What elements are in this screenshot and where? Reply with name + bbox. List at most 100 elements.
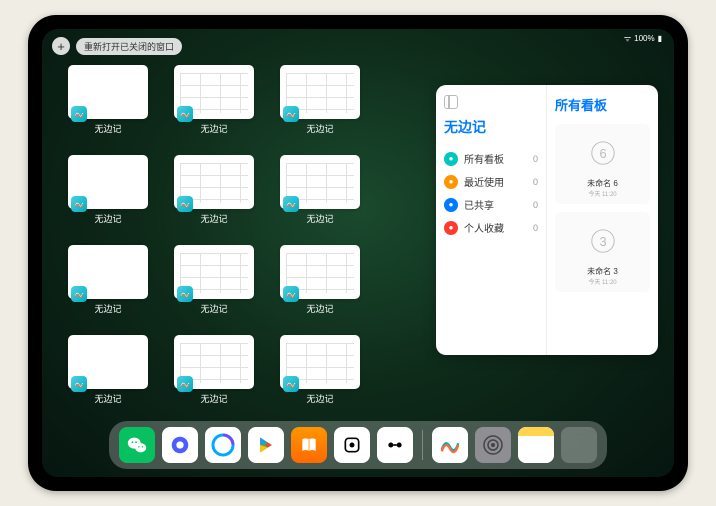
window-thumbnail[interactable]: 无边记	[276, 155, 364, 233]
dock-play-icon[interactable]	[248, 427, 284, 463]
window-thumbnail[interactable]: 无边记	[64, 155, 152, 233]
thumbnail-label: 无边记	[200, 302, 227, 315]
freeform-app-icon	[71, 106, 87, 122]
thumbnail-preview	[68, 155, 148, 209]
status-bar: ᯤ 100% ▮	[624, 33, 662, 44]
window-thumbnail[interactable]: 无边记	[170, 245, 258, 323]
thumbnail-label: 无边记	[94, 302, 121, 315]
sidebar-item[interactable]: ● 已共享 0	[444, 193, 538, 216]
board-card[interactable]: 3 未命名 3 今天 11:20	[555, 212, 650, 292]
thumbnail-label: 无边记	[200, 212, 227, 225]
board-card[interactable]: 6 未命名 6 今天 11:20	[555, 124, 650, 204]
thumbnail-preview	[174, 155, 254, 209]
thumbnail-label: 无边记	[306, 122, 333, 135]
board-date: 今天 11:20	[561, 277, 644, 286]
new-window-button[interactable]: +	[52, 37, 70, 55]
thumbnail-label: 无边记	[306, 392, 333, 405]
thumbnail-preview	[280, 155, 360, 209]
dock-freeform-icon[interactable]	[432, 427, 468, 463]
dock-wechat-icon[interactable]	[119, 427, 155, 463]
sidebar-item-count: 0	[533, 223, 538, 233]
dock-connect-icon[interactable]	[377, 427, 413, 463]
freeform-app-icon	[283, 286, 299, 302]
sidebar-item-count: 0	[533, 177, 538, 187]
thumbnail-preview	[280, 65, 360, 119]
sidebar-item-icon: ●	[444, 175, 458, 189]
screen: ᯤ 100% ▮ + 重新打开已关闭的窗口 无边记 无边记 无边记 无边记 无边…	[42, 29, 674, 477]
sidebar-item[interactable]: ● 个人收藏 0	[444, 216, 538, 239]
sidebar-item-count: 0	[533, 200, 538, 210]
freeform-app-icon	[283, 376, 299, 392]
freeform-app-icon	[71, 286, 87, 302]
sidebar-item-count: 0	[533, 154, 538, 164]
sidebar-item-icon: ●	[444, 221, 458, 235]
dock-notes-icon[interactable]	[518, 427, 554, 463]
thumbnail-preview	[174, 335, 254, 389]
thumbnail-preview	[174, 65, 254, 119]
board-sketch: 6	[561, 130, 644, 176]
dock-quark-icon[interactable]	[162, 427, 198, 463]
thumbnail-preview	[68, 245, 148, 299]
freeform-app-icon	[177, 106, 193, 122]
thumbnail-label: 无边记	[306, 212, 333, 225]
thumbnail-preview	[280, 245, 360, 299]
window-thumbnail[interactable]: 无边记	[64, 65, 152, 143]
board-name: 未命名 3	[561, 266, 644, 277]
freeform-app-icon	[283, 106, 299, 122]
battery-icon: ▮	[658, 34, 662, 43]
app-preview-panel[interactable]: ••• 无边记 ● 所有看板 0 ● 最近使用 0 ● 已共享 0 ● 个人收藏…	[436, 85, 658, 355]
thumbnail-preview	[174, 245, 254, 299]
dock-recent-apps[interactable]	[561, 427, 597, 463]
freeform-app-icon	[71, 376, 87, 392]
sidebar-item-icon: ●	[444, 152, 458, 166]
window-thumbnail[interactable]: 无边记	[170, 335, 258, 413]
panel-sidebar: 无边记 ● 所有看板 0 ● 最近使用 0 ● 已共享 0 ● 个人收藏 0	[436, 85, 547, 355]
reopen-closed-window-button[interactable]: 重新打开已关闭的窗口	[76, 38, 182, 55]
dock-dice-icon[interactable]	[334, 427, 370, 463]
sidebar-item-label: 个人收藏	[464, 220, 504, 235]
thumbnail-preview	[68, 65, 148, 119]
thumbnail-preview	[68, 335, 148, 389]
board-name: 未命名 6	[561, 178, 644, 189]
sidebar-item[interactable]: ● 最近使用 0	[444, 170, 538, 193]
board-sketch: 3	[561, 218, 644, 264]
window-thumbnail[interactable]: 无边记	[276, 65, 364, 143]
dock-books-icon[interactable]	[291, 427, 327, 463]
window-thumbnails-grid: 无边记 无边记 无边记 无边记 无边记 无边记 无边记 无边记 无边记 无边记 …	[64, 65, 364, 413]
dock-separator	[422, 430, 423, 460]
panel-content: 所有看板 6 未命名 6 今天 11:20 3 未命名 3 今天 11:20	[547, 85, 658, 355]
thumbnail-preview	[280, 335, 360, 389]
dock	[109, 421, 607, 469]
sidebar-toggle-icon[interactable]	[444, 95, 458, 109]
freeform-app-icon	[283, 196, 299, 212]
window-thumbnail[interactable]: 无边记	[170, 65, 258, 143]
panel-right-title: 所有看板	[555, 95, 650, 114]
svg-text:3: 3	[599, 234, 606, 249]
window-thumbnail[interactable]: 无边记	[276, 335, 364, 413]
panel-left-title: 无边记	[444, 117, 538, 137]
sidebar-item-label: 所有看板	[464, 151, 504, 166]
window-thumbnail[interactable]: 无边记	[276, 245, 364, 323]
freeform-app-icon	[177, 376, 193, 392]
ipad-frame: ᯤ 100% ▮ + 重新打开已关闭的窗口 无边记 无边记 无边记 无边记 无边…	[28, 15, 688, 491]
battery-text: 100%	[634, 34, 654, 43]
sidebar-item-label: 最近使用	[464, 174, 504, 189]
thumbnail-label: 无边记	[200, 392, 227, 405]
thumbnail-label: 无边记	[306, 302, 333, 315]
board-date: 今天 11:20	[561, 189, 644, 198]
window-thumbnail[interactable]: 无边记	[64, 245, 152, 323]
wifi-icon: ᯤ	[624, 33, 631, 44]
thumbnail-label: 无边记	[200, 122, 227, 135]
thumbnail-label: 无边记	[94, 392, 121, 405]
window-thumbnail[interactable]: 无边记	[170, 155, 258, 233]
svg-text:6: 6	[599, 146, 606, 161]
window-thumbnail[interactable]: 无边记	[64, 335, 152, 413]
top-controls: + 重新打开已关闭的窗口	[52, 37, 182, 55]
sidebar-item-label: 已共享	[464, 197, 494, 212]
freeform-app-icon	[177, 286, 193, 302]
dock-qqbrowser-icon[interactable]	[205, 427, 241, 463]
sidebar-item-icon: ●	[444, 198, 458, 212]
dock-settings-icon[interactable]	[475, 427, 511, 463]
freeform-app-icon	[177, 196, 193, 212]
sidebar-item[interactable]: ● 所有看板 0	[444, 147, 538, 170]
